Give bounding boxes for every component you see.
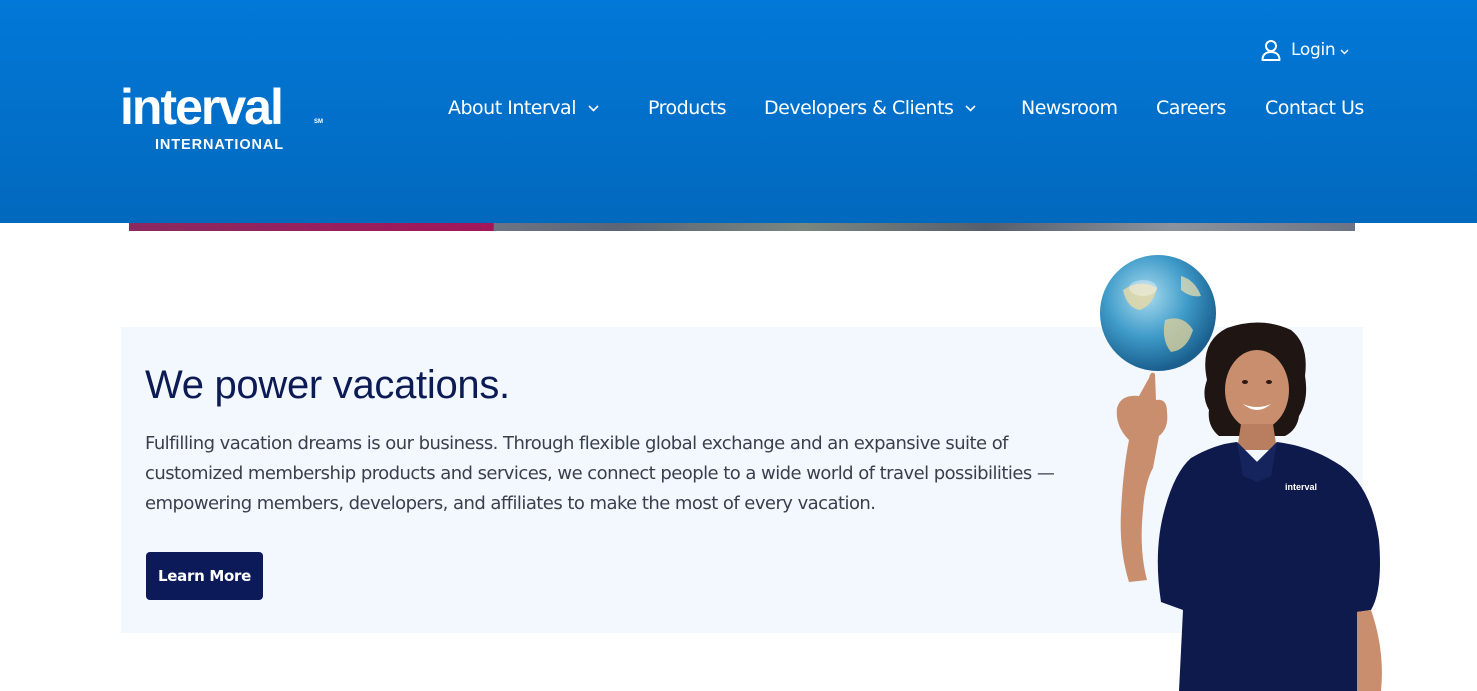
hero-title: We power vacations. (145, 363, 510, 407)
main-nav: About Interval Products Developers & Cli… (0, 94, 1477, 122)
nav-label-developers-clients: Developers & Clients (764, 97, 954, 119)
logo-subtitle: INTERNATIONAL (155, 137, 285, 153)
nav-label-careers: Careers (1156, 97, 1226, 119)
nav-item-newsroom[interactable]: Newsroom (1021, 94, 1118, 122)
nav-item-careers[interactable]: Careers (1156, 94, 1226, 122)
shirt-logo-text: interval (1285, 482, 1317, 492)
nav-label-products: Products (648, 97, 727, 119)
user-icon (1261, 40, 1281, 61)
hero-description: Fulfilling vacation dreams is our busine… (145, 433, 1055, 514)
learn-more-button[interactable]: Learn More (146, 552, 263, 600)
login-label: Login (1291, 40, 1336, 60)
chevron-down-icon (965, 104, 976, 112)
person-spinning-globe-image: interval (1100, 255, 1382, 691)
nav-item-contact-us[interactable]: Contact Us (1265, 94, 1364, 122)
login-menu[interactable]: Login (1261, 37, 1349, 63)
banner-image-strip (129, 223, 1355, 231)
chevron-down-icon (1340, 49, 1349, 54)
site-header: interval SM INTERNATIONAL Login About In… (0, 0, 1477, 223)
nav-item-developers-clients[interactable]: Developers & Clients (764, 94, 976, 122)
nav-label-contact-us: Contact Us (1265, 97, 1364, 119)
nav-item-about-interval[interactable]: About Interval (448, 94, 599, 122)
chevron-down-icon (588, 104, 599, 112)
nav-label-about-interval: About Interval (448, 97, 576, 119)
nav-label-newsroom: Newsroom (1021, 97, 1118, 119)
nav-item-products[interactable]: Products (648, 94, 727, 122)
